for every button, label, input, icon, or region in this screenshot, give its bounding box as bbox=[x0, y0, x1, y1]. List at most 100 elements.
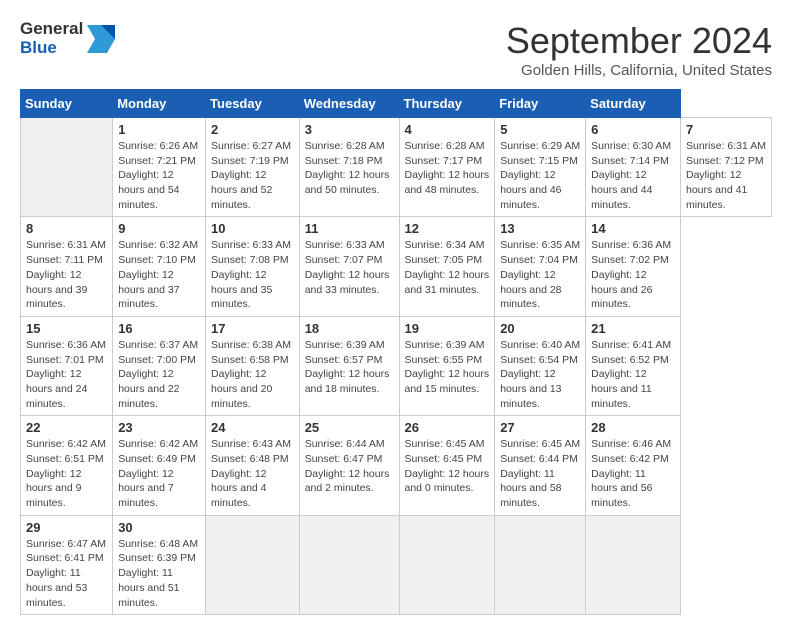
table-row: 24Sunrise: 6:43 AMSunset: 6:48 PMDayligh… bbox=[206, 416, 300, 515]
day-number: 19 bbox=[405, 321, 490, 336]
col-wednesday: Wednesday bbox=[299, 90, 399, 118]
day-number: 26 bbox=[405, 420, 490, 435]
day-number: 8 bbox=[26, 221, 107, 236]
day-detail: Sunrise: 6:45 AMSunset: 6:45 PMDaylight:… bbox=[405, 437, 490, 496]
day-number: 11 bbox=[305, 221, 394, 236]
table-row: 30 Sunrise: 6:48 AMSunset: 6:39 PMDayligh… bbox=[113, 515, 206, 614]
table-row: 8 Sunrise: 6:31 AMSunset: 7:11 PMDaylight… bbox=[21, 217, 113, 316]
col-tuesday: Tuesday bbox=[206, 90, 300, 118]
day-detail: Sunrise: 6:33 AMSunset: 7:07 PMDaylight:… bbox=[305, 238, 394, 297]
day-detail: Sunrise: 6:45 AMSunset: 6:44 PMDaylight:… bbox=[500, 437, 580, 510]
day-number: 28 bbox=[591, 420, 675, 435]
col-friday: Friday bbox=[495, 90, 586, 118]
day-detail: Sunrise: 6:35 AMSunset: 7:04 PMDaylight:… bbox=[500, 238, 580, 311]
table-row: 28Sunrise: 6:46 AMSunset: 6:42 PMDayligh… bbox=[586, 416, 681, 515]
day-detail: Sunrise: 6:36 AMSunset: 7:01 PMDaylight:… bbox=[26, 338, 107, 411]
table-row: 16 Sunrise: 6:37 AMSunset: 7:00 PMDayligh… bbox=[113, 316, 206, 415]
day-detail: Sunrise: 6:37 AMSunset: 7:00 PMDaylight:… bbox=[118, 338, 200, 411]
day-number: 16 bbox=[118, 321, 200, 336]
day-detail: Sunrise: 6:30 AMSunset: 7:14 PMDaylight:… bbox=[591, 139, 675, 212]
day-detail: Sunrise: 6:27 AMSunset: 7:19 PMDaylight:… bbox=[211, 139, 294, 212]
table-row: 7 Sunrise: 6:31 AMSunset: 7:12 PMDaylight… bbox=[680, 118, 771, 217]
table-row: 4Sunrise: 6:28 AMSunset: 7:17 PMDaylight… bbox=[399, 118, 495, 217]
col-sunday: Sunday bbox=[21, 90, 113, 118]
day-detail: Sunrise: 6:28 AMSunset: 7:17 PMDaylight:… bbox=[405, 139, 490, 198]
day-number: 7 bbox=[686, 122, 766, 137]
calendar-week-row: 8 Sunrise: 6:31 AMSunset: 7:11 PMDaylight… bbox=[21, 217, 772, 316]
day-detail: Sunrise: 6:29 AMSunset: 7:15 PMDaylight:… bbox=[500, 139, 580, 212]
day-number: 9 bbox=[118, 221, 200, 236]
calendar-table: Sunday Monday Tuesday Wednesday Thursday… bbox=[20, 89, 772, 615]
day-number: 2 bbox=[211, 122, 294, 137]
day-number: 14 bbox=[591, 221, 675, 236]
table-row: 27Sunrise: 6:45 AMSunset: 6:44 PMDayligh… bbox=[495, 416, 586, 515]
day-detail: Sunrise: 6:34 AMSunset: 7:05 PMDaylight:… bbox=[405, 238, 490, 297]
table-row: 14Sunrise: 6:36 AMSunset: 7:02 PMDayligh… bbox=[586, 217, 681, 316]
day-detail: Sunrise: 6:43 AMSunset: 6:48 PMDaylight:… bbox=[211, 437, 294, 510]
day-number: 15 bbox=[26, 321, 107, 336]
table-row: 26 Sunrise: 6:45 AMSunset: 6:45 PMDayligh… bbox=[399, 416, 495, 515]
table-row: 5Sunrise: 6:29 AMSunset: 7:15 PMDaylight… bbox=[495, 118, 586, 217]
day-number: 30 bbox=[118, 520, 200, 535]
table-row: 11 Sunrise: 6:33 AMSunset: 7:07 PMDayligh… bbox=[299, 217, 399, 316]
day-detail: Sunrise: 6:42 AMSunset: 6:51 PMDaylight:… bbox=[26, 437, 107, 510]
day-detail: Sunrise: 6:28 AMSunset: 7:18 PMDaylight:… bbox=[305, 139, 394, 198]
col-monday: Monday bbox=[113, 90, 206, 118]
table-row: 22 Sunrise: 6:42 AMSunset: 6:51 PMDayligh… bbox=[21, 416, 113, 515]
table-row bbox=[399, 515, 495, 614]
day-detail: Sunrise: 6:42 AMSunset: 6:49 PMDaylight:… bbox=[118, 437, 200, 510]
logo: General Blue bbox=[20, 20, 115, 57]
table-row: 18 Sunrise: 6:39 AMSunset: 6:57 PMDayligh… bbox=[299, 316, 399, 415]
table-row: 17 Sunrise: 6:38 AMSunset: 6:58 PMDayligh… bbox=[206, 316, 300, 415]
day-number: 12 bbox=[405, 221, 490, 236]
table-row: 10Sunrise: 6:33 AMSunset: 7:08 PMDayligh… bbox=[206, 217, 300, 316]
day-detail: Sunrise: 6:38 AMSunset: 6:58 PMDaylight:… bbox=[211, 338, 294, 411]
table-row: 25 Sunrise: 6:44 AMSunset: 6:47 PMDayligh… bbox=[299, 416, 399, 515]
calendar-week-row: 22 Sunrise: 6:42 AMSunset: 6:51 PMDayligh… bbox=[21, 416, 772, 515]
day-number: 13 bbox=[500, 221, 580, 236]
logo-block: General Blue bbox=[20, 20, 83, 57]
day-detail: Sunrise: 6:39 AMSunset: 6:57 PMDaylight:… bbox=[305, 338, 394, 397]
calendar-week-row: 15 Sunrise: 6:36 AMSunset: 7:01 PMDayligh… bbox=[21, 316, 772, 415]
day-number: 10 bbox=[211, 221, 294, 236]
day-detail: Sunrise: 6:41 AMSunset: 6:52 PMDaylight:… bbox=[591, 338, 675, 411]
day-number: 6 bbox=[591, 122, 675, 137]
table-row: 12 Sunrise: 6:34 AMSunset: 7:05 PMDayligh… bbox=[399, 217, 495, 316]
table-row: 21 Sunrise: 6:41 AMSunset: 6:52 PMDayligh… bbox=[586, 316, 681, 415]
table-row: 29 Sunrise: 6:47 AMSunset: 6:41 PMDayligh… bbox=[21, 515, 113, 614]
logo-arrow-icon bbox=[87, 25, 115, 53]
table-row: 3Sunrise: 6:28 AMSunset: 7:18 PMDaylight… bbox=[299, 118, 399, 217]
table-row bbox=[21, 118, 113, 217]
day-number: 21 bbox=[591, 321, 675, 336]
col-thursday: Thursday bbox=[399, 90, 495, 118]
day-number: 22 bbox=[26, 420, 107, 435]
day-detail: Sunrise: 6:26 AMSunset: 7:21 PMDaylight:… bbox=[118, 139, 200, 212]
day-detail: Sunrise: 6:31 AMSunset: 7:11 PMDaylight:… bbox=[26, 238, 107, 311]
location: Golden Hills, California, United States bbox=[506, 62, 772, 79]
calendar-week-row: 1Sunrise: 6:26 AMSunset: 7:21 PMDaylight… bbox=[21, 118, 772, 217]
table-row: 19 Sunrise: 6:39 AMSunset: 6:55 PMDayligh… bbox=[399, 316, 495, 415]
col-saturday: Saturday bbox=[586, 90, 681, 118]
day-detail: Sunrise: 6:39 AMSunset: 6:55 PMDaylight:… bbox=[405, 338, 490, 397]
table-row: 15 Sunrise: 6:36 AMSunset: 7:01 PMDayligh… bbox=[21, 316, 113, 415]
day-number: 29 bbox=[26, 520, 107, 535]
day-number: 18 bbox=[305, 321, 394, 336]
table-row: 20Sunrise: 6:40 AMSunset: 6:54 PMDayligh… bbox=[495, 316, 586, 415]
day-detail: Sunrise: 6:32 AMSunset: 7:10 PMDaylight:… bbox=[118, 238, 200, 311]
page-header: General Blue September 2024 Golden Hills… bbox=[20, 20, 772, 79]
day-number: 23 bbox=[118, 420, 200, 435]
day-detail: Sunrise: 6:44 AMSunset: 6:47 PMDaylight:… bbox=[305, 437, 394, 496]
day-number: 17 bbox=[211, 321, 294, 336]
day-detail: Sunrise: 6:31 AMSunset: 7:12 PMDaylight:… bbox=[686, 139, 766, 212]
table-row: 6 Sunrise: 6:30 AMSunset: 7:14 PMDaylight… bbox=[586, 118, 681, 217]
table-row: 2 Sunrise: 6:27 AMSunset: 7:19 PMDaylight… bbox=[206, 118, 300, 217]
title-area: September 2024 Golden Hills, California,… bbox=[506, 20, 772, 79]
day-detail: Sunrise: 6:48 AMSunset: 6:39 PMDaylight:… bbox=[118, 537, 200, 610]
month-title: September 2024 bbox=[506, 20, 772, 62]
day-detail: Sunrise: 6:47 AMSunset: 6:41 PMDaylight:… bbox=[26, 537, 107, 610]
day-number: 25 bbox=[305, 420, 394, 435]
table-row bbox=[495, 515, 586, 614]
calendar-week-row: 29 Sunrise: 6:47 AMSunset: 6:41 PMDayligh… bbox=[21, 515, 772, 614]
table-row: 9 Sunrise: 6:32 AMSunset: 7:10 PMDaylight… bbox=[113, 217, 206, 316]
day-number: 20 bbox=[500, 321, 580, 336]
